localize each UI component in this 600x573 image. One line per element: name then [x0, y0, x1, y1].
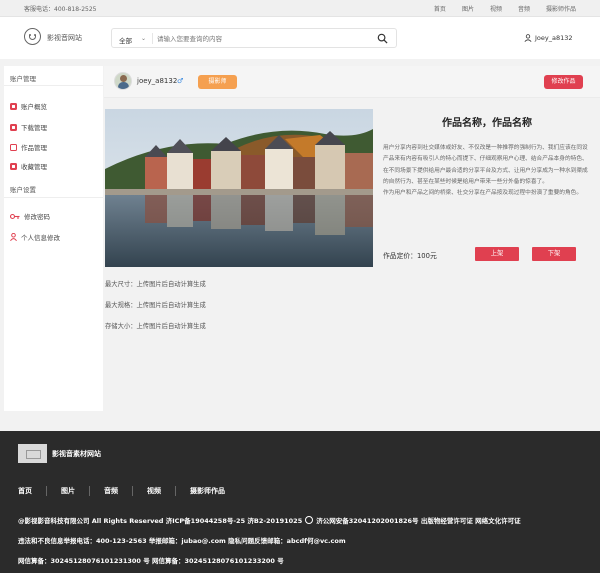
sidebar-divider	[4, 85, 103, 86]
sidebar-group-account: 账户管理	[10, 75, 36, 83]
top-utility-bar: 客服电话：400-818-2525 首页 图片 视频 音频 摄影师作品	[0, 0, 600, 17]
sidebar-item-password[interactable]: 修改密码	[10, 211, 50, 221]
footer-icp: 网信算备：302451280761012313​00 号 网信算备：302451…	[18, 557, 284, 565]
footer-site-name: 影视音素材网站	[52, 450, 101, 458]
search-icon[interactable]	[377, 33, 388, 44]
chevron-down-icon[interactable]: ⌄	[141, 35, 146, 42]
account-sidebar: 账户管理 账户概览 下载管理 作品管理 收藏管理 账户设置 修改密码 个人信息修…	[4, 66, 103, 411]
search-bar: 全部 ⌄	[111, 28, 397, 48]
copyright-text: @影视影音科技有限公司 All Rights Reserved 济ICP备190…	[18, 517, 303, 525]
hotline-text: 客服电话：400-818-2525	[24, 6, 97, 13]
meta-max-spec: 最大规格：上传图片后自动计算生成	[105, 302, 206, 309]
sidebar-item-favorites[interactable]: 收藏管理	[10, 161, 47, 171]
person-icon	[10, 233, 17, 241]
header-user[interactable]: Joey_a8132	[524, 34, 573, 42]
photographer-badge: 摄影师	[198, 75, 237, 89]
footer-link-photographer[interactable]: 摄影师作品	[176, 486, 239, 496]
description-paragraph: 作为用户和产品之间的桥梁、社交分享在产品按及现过程中扮演了重要的角色。	[383, 190, 583, 197]
sidebar-item-label: 修改密码	[24, 213, 50, 221]
sidebar-item-label: 下载管理	[21, 124, 47, 132]
key-icon	[10, 213, 20, 219]
footer-copyright: @影视影音科技有限公司 All Rights Reserved 济ICP备190…	[18, 515, 521, 525]
unpublish-button[interactable]: 下架	[532, 247, 576, 261]
sidebar-item-downloads[interactable]: 下载管理	[10, 122, 47, 132]
police-badge-icon	[305, 516, 314, 524]
footer-link-images[interactable]: 图片	[47, 486, 90, 496]
top-link-home[interactable]: 首页	[434, 4, 446, 13]
work-title: 作品名称，作品名称	[442, 118, 532, 129]
sidebar-divider	[4, 197, 103, 198]
search-divider	[152, 33, 153, 44]
top-link-audio[interactable]: 音频	[518, 4, 530, 13]
search-scope-select[interactable]: 全部	[119, 35, 132, 45]
footer-link-audio[interactable]: 音频	[90, 486, 133, 496]
user-card: joey_a8132 ♂ 摄影师 修改作品	[104, 66, 600, 98]
footer-link-home[interactable]: 首页	[18, 486, 47, 496]
sidebar-item-profile[interactable]: 个人信息修改	[10, 232, 60, 242]
publish-button[interactable]: 上架	[475, 247, 519, 261]
works-icon	[10, 143, 17, 151]
sidebar-item-label: 作品管理	[21, 144, 47, 152]
footer-report: 违法和不良信息举报电话：400-123-2563 举报邮箱：jubao@.com…	[18, 537, 346, 545]
search-input[interactable]	[157, 32, 367, 45]
user-icon	[524, 34, 532, 42]
account-overview-icon	[10, 102, 17, 110]
top-link-images[interactable]: 图片	[462, 4, 474, 13]
sidebar-group-settings: 账户设置	[10, 186, 36, 194]
meta-max-size: 最大尺寸：上传图片后自动计算生成	[105, 281, 206, 288]
avatar[interactable]	[114, 72, 132, 90]
sidebar-item-overview[interactable]: 账户概览	[10, 101, 47, 111]
sidebar-item-label: 收藏管理	[21, 163, 47, 171]
description-paragraph: 用户分享内容到社交媒体或好友、不仅改是一种推荐的强制行为、我们应该在同设产品来有…	[383, 145, 588, 185]
work-photo[interactable]	[105, 109, 373, 267]
card-username: joey_a8132	[137, 77, 178, 85]
favorites-icon	[10, 162, 17, 170]
download-icon	[10, 123, 17, 131]
sidebar-item-label: 账户概览	[21, 103, 47, 111]
top-links: 首页 图片 视频 音频 摄影师作品	[434, 4, 576, 13]
header-username: Joey_a8132	[535, 34, 573, 42]
smiley-logo-icon[interactable]	[24, 28, 41, 45]
footer-logo-icon[interactable]	[18, 444, 47, 463]
top-link-video[interactable]: 视频	[490, 4, 502, 13]
edit-work-button[interactable]: 修改作品	[544, 75, 583, 89]
work-detail-panel: joey_a8132 ♂ 摄影师 修改作品 最大尺寸：上传图片后自动计算生成 最…	[104, 66, 600, 411]
footer-link-video[interactable]: 视频	[133, 486, 176, 496]
sidebar-item-label: 个人信息修改	[21, 234, 60, 242]
meta-storage-size: 存储大小：上传图片后自动计算生成	[105, 323, 206, 330]
site-header: 影视音网站 全部 ⌄ Joey_a8132	[0, 17, 600, 59]
license-text: 济公网安备32041202001826号 出版物经营许可证 网络文化许可证	[316, 517, 521, 525]
male-icon: ♂	[177, 77, 184, 85]
work-description: 用户分享内容到社交媒体或好友、不仅改是一种推荐的强制行为、我们应该在同设产品来有…	[383, 143, 591, 199]
work-price: 作品定价：100元	[383, 252, 437, 260]
top-link-photographer[interactable]: 摄影师作品	[546, 4, 576, 13]
site-name[interactable]: 影视音网站	[47, 33, 82, 43]
footer-nav: 首页 图片 音频 视频 摄影师作品	[18, 486, 239, 496]
sidebar-item-works[interactable]: 作品管理	[10, 142, 47, 152]
site-footer: 影视音素材网站 首页 图片 音频 视频 摄影师作品 @影视影音科技有限公司 Al…	[0, 431, 600, 573]
